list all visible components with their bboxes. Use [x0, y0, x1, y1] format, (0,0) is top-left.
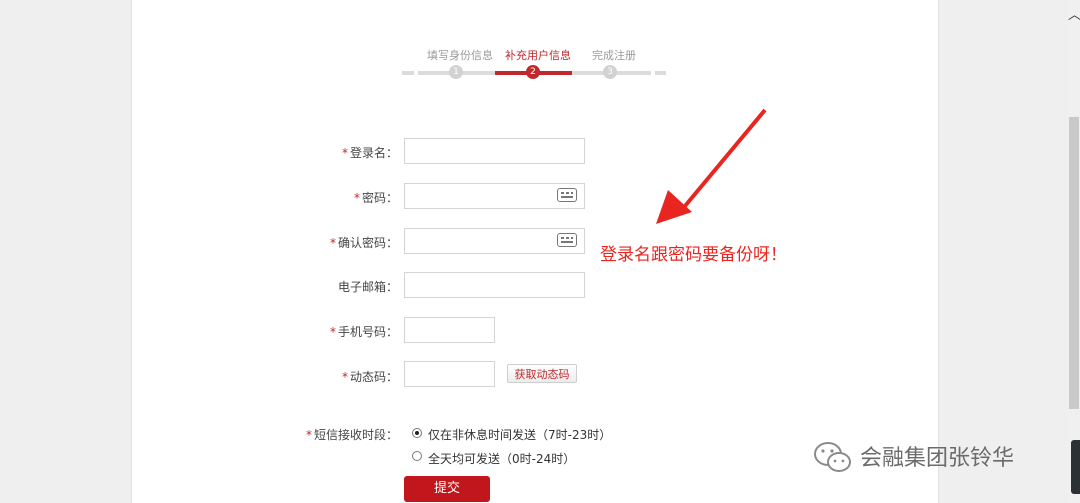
keyboard-icon[interactable] [557, 233, 577, 247]
step-line-lead [402, 71, 414, 75]
username-label: * 登录名： [330, 144, 398, 161]
required-mark: * [341, 146, 348, 160]
sms-option-2-label[interactable]: 全天均可发送（0时-24时） [428, 450, 575, 467]
phone-label-text: 手机号码： [337, 325, 398, 339]
code-label-text: 动态码： [349, 370, 398, 384]
step-2-circle: 2 [526, 65, 540, 79]
required-mark: * [353, 191, 360, 205]
annotation-text: 登录名跟密码要备份呀！ [600, 245, 787, 265]
required-mark: * [329, 325, 336, 339]
email-label: 电子邮箱： [337, 280, 398, 294]
sms-option-2-radio[interactable] [412, 451, 422, 461]
code-input[interactable] [404, 361, 495, 387]
required-mark: * [341, 370, 348, 384]
password-label-text: 密码： [361, 191, 398, 205]
password-label: * 密码： [330, 189, 398, 206]
confirm-password-label-text: 确认密码： [337, 236, 398, 250]
username-input[interactable] [404, 138, 585, 164]
confirm-password-label: * 确认密码： [320, 234, 398, 251]
submit-button[interactable]: 提交 [404, 476, 490, 502]
step-3-label: 完成注册 [592, 49, 636, 62]
phone-label: * 手机号码： [320, 323, 398, 340]
step-1-circle: 1 [449, 65, 463, 79]
username-label-text: 登录名： [349, 146, 398, 160]
step-3-circle: 3 [603, 65, 617, 79]
scroll-up-chevron-icon[interactable]: ︿ [1068, 8, 1080, 24]
annotation-arrow [656, 108, 767, 224]
code-label: * 动态码： [320, 368, 398, 385]
sms-time-label-text: 短信接收时段： [313, 428, 398, 442]
step-2-label: 补充用户信息 [505, 49, 571, 62]
wechat-icon [814, 442, 851, 472]
side-widget[interactable] [1071, 440, 1080, 494]
required-mark: * [305, 428, 312, 442]
phone-input[interactable] [404, 317, 495, 343]
step-line-tail [655, 71, 666, 75]
keyboard-icon[interactable] [557, 188, 577, 202]
watermark-text: 会融集团张铃华 [860, 446, 1015, 471]
get-code-button[interactable]: 获取动态码 [507, 364, 577, 383]
email-input[interactable] [404, 272, 585, 298]
required-mark: * [329, 236, 336, 250]
sms-time-label: * 短信接收时段： [300, 426, 398, 443]
sms-option-1-label[interactable]: 仅在非休息时间发送（7时-23时） [428, 426, 611, 443]
step-1-label: 填写身份信息 [427, 49, 493, 62]
sms-option-1-radio[interactable] [412, 428, 422, 438]
scrollbar-thumb[interactable] [1069, 117, 1079, 409]
